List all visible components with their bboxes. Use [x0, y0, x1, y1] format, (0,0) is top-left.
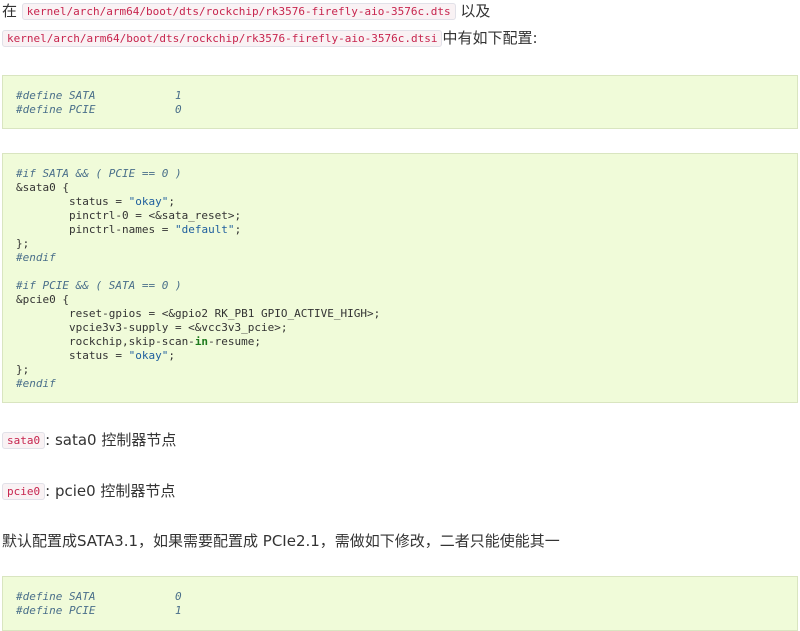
code-line: vpcie3v3-supply = <&vcc3v3_pcie>; — [16, 321, 288, 334]
code-block-dts-nodes: #if SATA && ( PCIE == 0 ) &sata0 { statu… — [2, 153, 798, 403]
code-line: pinctrl-0 = <&sata_reset>; — [16, 209, 242, 222]
file-path-dts: kernel/arch/arm64/boot/dts/rockchip/rk35… — [21, 3, 456, 20]
code-line: rockchip,skip-scan- — [16, 335, 195, 348]
sata0-code: sata0 — [2, 432, 46, 449]
code-line: #endif — [16, 251, 56, 264]
code-string: "okay" — [128, 195, 169, 208]
code-line: }; — [16, 237, 30, 250]
default-config-note: 默认配置成SATA3.1，如果需要配置成 PCIe2.1，需做如下修改，二者只能… — [2, 532, 560, 550]
code-line: status = — [16, 349, 129, 362]
intro-suffix: 中有如下配置: — [442, 29, 538, 47]
intro-and: 以及 — [460, 2, 491, 20]
code-line: &pcie0 { — [16, 293, 69, 306]
intro-prefix: 在 — [2, 2, 18, 20]
pcie-note-text: : pcie0 控制器节点 — [45, 482, 176, 500]
pcie-note: pcie0: pcie0 控制器节点 — [2, 480, 175, 503]
code-line: status = — [16, 195, 129, 208]
code-string: "default" — [174, 223, 235, 236]
code-line: reset-gpios = <&gpio2 RK_PB1 GPIO_ACTIVE… — [16, 307, 381, 320]
code-line: &sata0 { — [16, 181, 69, 194]
code-line: #define PCIE 0 — [16, 103, 182, 116]
code-block-defines-default: #define SATA 1 #define PCIE 0 — [2, 75, 798, 129]
code-string: "okay" — [128, 349, 169, 362]
intro-line-1: 在 kernel/arch/arm64/boot/dts/rockchip/rk… — [2, 0, 490, 23]
code-keyword: in — [194, 335, 209, 348]
file-path-dtsi: kernel/arch/arm64/boot/dts/rockchip/rk35… — [2, 30, 443, 47]
code-line: #if SATA && ( PCIE == 0 ) — [16, 167, 182, 180]
sata-note-text: : sata0 控制器节点 — [45, 431, 177, 449]
code-line: #endif — [16, 377, 56, 390]
code-block-defines-modified: #define SATA 0 #define PCIE 1 — [2, 576, 798, 631]
code-line: #define SATA 1 — [16, 89, 182, 102]
code-line: #define SATA 0 — [16, 590, 182, 603]
code-line: pinctrl-names = — [16, 223, 175, 236]
code-line: #define PCIE 1 — [16, 604, 182, 617]
sata-note: sata0: sata0 控制器节点 — [2, 429, 176, 452]
code-line: #if PCIE && ( SATA == 0 ) — [16, 279, 182, 292]
code-line: }; — [16, 363, 30, 376]
pcie0-code: pcie0 — [2, 483, 46, 500]
intro-line-2: kernel/arch/arm64/boot/dts/rockchip/rk35… — [2, 27, 538, 50]
